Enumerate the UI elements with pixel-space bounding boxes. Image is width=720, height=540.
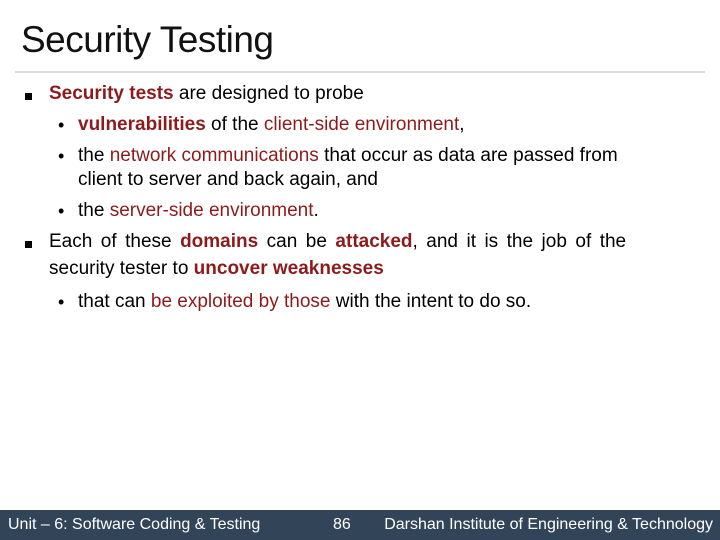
body-text: that occur as data are passed from bbox=[318, 145, 618, 166]
dot-bullet-icon: • bbox=[58, 292, 65, 312]
bullet-text: the server-side environment. bbox=[78, 199, 319, 223]
bullet-text: the network communications that occur as… bbox=[78, 144, 618, 168]
bullet-text: vulnerabilities of the client-side envir… bbox=[78, 113, 465, 137]
highlight-text: client-side environment bbox=[263, 114, 460, 135]
body-text: Each of these bbox=[49, 231, 181, 252]
body-text: , bbox=[459, 114, 465, 135]
bullet-text: that can be exploited by those with the … bbox=[78, 290, 531, 314]
footer-unit-label: Unit – 6: Software Coding & Testing bbox=[8, 516, 261, 533]
highlight-text: attacked bbox=[335, 231, 413, 252]
highlight-text: network communications bbox=[109, 145, 319, 166]
dot-bullet-icon: • bbox=[58, 146, 65, 166]
bullet-continuation: security tester to uncover weaknesses bbox=[49, 257, 384, 281]
body-text: the bbox=[78, 200, 110, 221]
body-text: of the bbox=[205, 114, 264, 135]
dot-bullet-icon: • bbox=[58, 201, 65, 221]
highlight-text: uncover weaknesses bbox=[193, 258, 384, 279]
body-text: that can bbox=[78, 291, 151, 312]
highlight-text: vulnerabilities bbox=[78, 114, 206, 135]
highlight-text: domains bbox=[180, 231, 259, 252]
square-bullet-icon bbox=[25, 241, 32, 248]
highlight-text: Security tests bbox=[49, 83, 174, 104]
body-text: with the intent to do so. bbox=[330, 291, 532, 312]
bullet-continuation: client to server and back again, and bbox=[78, 169, 378, 190]
highlight-text: be exploited by those bbox=[150, 291, 331, 312]
body-text: are designed to probe bbox=[173, 83, 364, 104]
body-text: can be bbox=[258, 231, 336, 252]
body-text: security tester to bbox=[49, 258, 194, 279]
dot-bullet-icon: • bbox=[58, 115, 65, 135]
footer-institute-label: Darshan Institute of Engineering & Techn… bbox=[384, 516, 713, 533]
title-divider bbox=[15, 71, 705, 73]
body-text: , and it is the job of the bbox=[412, 231, 627, 252]
highlight-text: server-side environment bbox=[109, 200, 314, 221]
square-bullet-icon bbox=[25, 93, 32, 100]
body-text: . bbox=[313, 200, 319, 221]
slide-footer: Unit – 6: Software Coding & Testing 86 D… bbox=[0, 510, 720, 540]
page-number: 86 bbox=[333, 516, 351, 533]
body-text: the bbox=[78, 145, 110, 166]
slide-title: Security Testing bbox=[21, 19, 274, 60]
bullet-text: Each of these domains can be attacked, a… bbox=[49, 230, 626, 254]
bullet-text: Security tests are designed to probe bbox=[49, 82, 364, 106]
